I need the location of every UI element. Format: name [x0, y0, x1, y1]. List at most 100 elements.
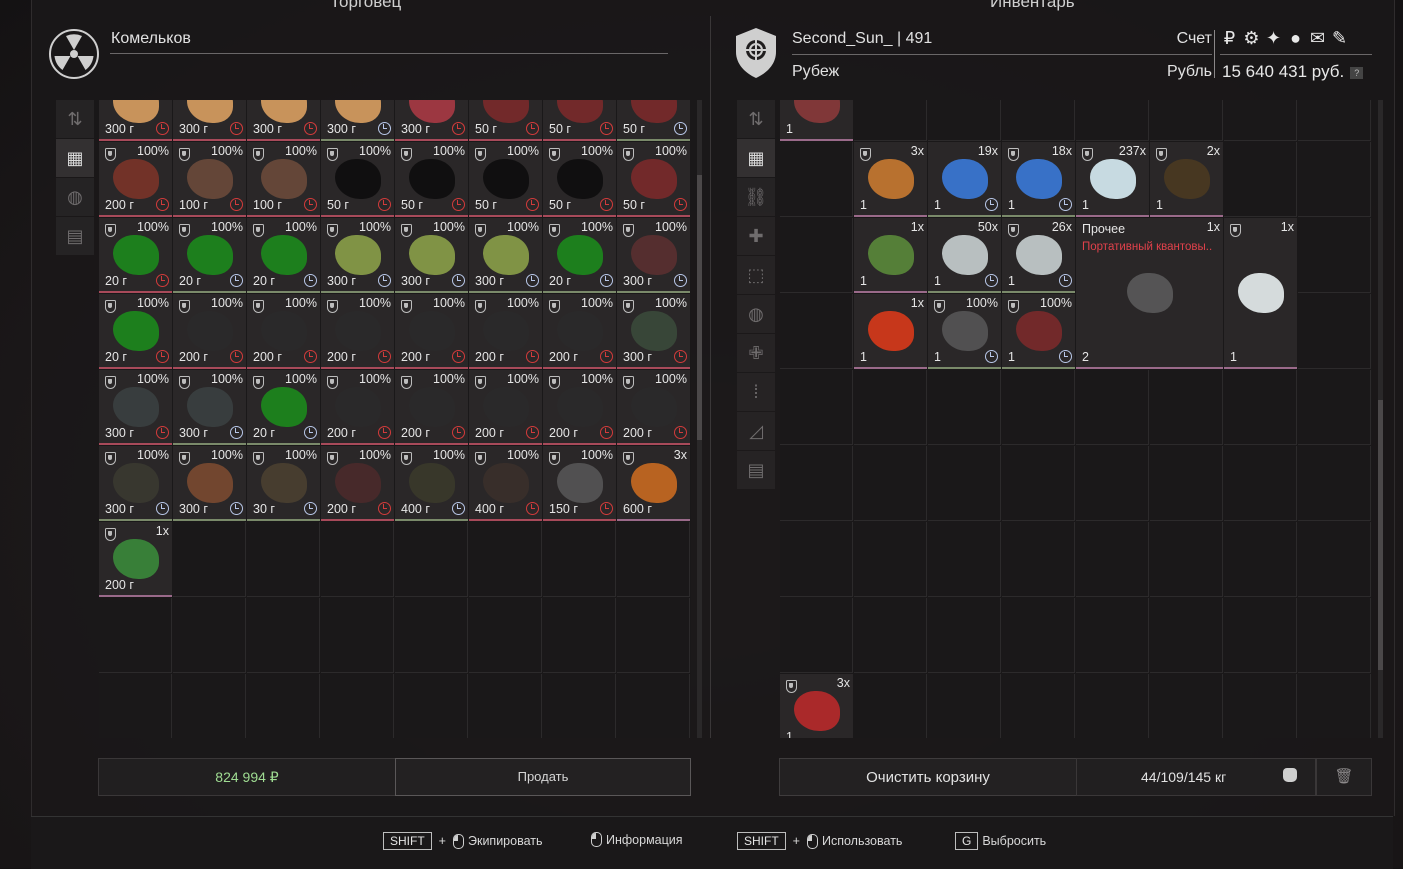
inventory-ammo-filter[interactable]: ⁞: [737, 373, 775, 411]
inventory-item[interactable]: 3x 1: [854, 142, 927, 217]
inventory-item[interactable]: 3x 1: [780, 674, 853, 738]
grid-cell[interactable]: [1150, 674, 1223, 738]
grid-cell[interactable]: [854, 100, 927, 141]
inventory-item[interactable]: 100% 300 г: [617, 294, 690, 369]
inventory-item[interactable]: 300 г: [99, 100, 172, 141]
grid-cell[interactable]: [321, 598, 394, 673]
inventory-item[interactable]: 100% 50 г: [543, 142, 616, 217]
inventory-item[interactable]: 100% 200 г: [469, 294, 542, 369]
grid-cell[interactable]: [1150, 446, 1223, 521]
gear-icon[interactable]: ⚙: [1242, 28, 1264, 49]
clear-cart-button[interactable]: Очистить корзину: [779, 758, 1077, 796]
sell-button[interactable]: Продать: [395, 758, 691, 796]
grid-cell[interactable]: [1002, 370, 1075, 445]
grid-cell[interactable]: [1076, 598, 1149, 673]
inventory-storage-filter[interactable]: ▤: [737, 451, 775, 489]
inventory-item[interactable]: 100% 20 г: [99, 294, 172, 369]
inventory-scrollbar[interactable]: [1378, 100, 1383, 738]
grid-cell[interactable]: [780, 598, 853, 673]
inventory-item[interactable]: 100% 200 г: [395, 294, 468, 369]
grid-cell[interactable]: [1224, 674, 1297, 738]
grid-cell[interactable]: [928, 674, 1001, 738]
grid-cell[interactable]: [247, 522, 320, 597]
grid-cell[interactable]: [854, 674, 927, 738]
grid-cell[interactable]: [1298, 598, 1371, 673]
grid-cell[interactable]: [928, 370, 1001, 445]
ruble-icon[interactable]: ₽: [1220, 28, 1242, 49]
coin-icon[interactable]: ●: [1286, 28, 1308, 49]
inventory-item[interactable]: 100% 50 г: [469, 142, 542, 217]
inventory-item[interactable]: 100% 20 г: [99, 218, 172, 293]
inventory-grid-filter[interactable]: ▦: [737, 139, 775, 177]
inventory-item[interactable]: 300 г: [395, 100, 468, 141]
ticket-icon[interactable]: ✉: [1308, 28, 1330, 49]
grid-cell[interactable]: [928, 100, 1001, 141]
grid-cell[interactable]: [173, 522, 246, 597]
inventory-item[interactable]: 100% 30 г: [247, 446, 320, 521]
boot-icon[interactable]: ✦: [1264, 28, 1286, 49]
grid-cell[interactable]: [854, 370, 927, 445]
trader-sort-filter[interactable]: ⇅: [56, 100, 94, 138]
inventory-item[interactable]: 18x 1: [1002, 142, 1075, 217]
grid-cell[interactable]: [247, 598, 320, 673]
inventory-item[interactable]: 19x 1: [928, 142, 1001, 217]
grid-cell[interactable]: [1298, 370, 1371, 445]
inventory-item[interactable]: 100% 1: [1002, 294, 1075, 369]
inventory-item[interactable]: 50 г: [617, 100, 690, 141]
inventory-item[interactable]: 100% 300 г: [469, 218, 542, 293]
inventory-artifact-filter[interactable]: ◍: [737, 295, 775, 333]
grid-cell[interactable]: [1150, 100, 1223, 141]
grid-cell[interactable]: [617, 674, 690, 738]
inventory-item[interactable]: 100% 400 г: [469, 446, 542, 521]
inventory-item[interactable]: 237x 1: [1076, 142, 1149, 217]
inventory-item[interactable]: 100% 300 г: [99, 446, 172, 521]
grid-cell[interactable]: [1150, 598, 1223, 673]
grid-cell[interactable]: [1224, 370, 1297, 445]
grid-cell[interactable]: [1076, 446, 1149, 521]
inventory-item[interactable]: 1x 1: [854, 218, 927, 293]
inventory-item[interactable]: 100% 300 г: [173, 370, 246, 445]
grid-cell[interactable]: [1298, 674, 1371, 738]
grid-cell[interactable]: [780, 142, 853, 217]
inventory-item[interactable]: 100% 20 г: [247, 370, 320, 445]
grid-cell[interactable]: [1298, 522, 1371, 597]
help-icon[interactable]: ?: [1350, 66, 1364, 79]
grid-cell[interactable]: [928, 446, 1001, 521]
inventory-link-filter[interactable]: ⛓: [737, 178, 775, 216]
trader-scrollbar[interactable]: [697, 100, 702, 738]
inventory-item[interactable]: 100% 300 г: [173, 446, 246, 521]
inventory-item[interactable]: 100% 200 г: [469, 370, 542, 445]
inventory-weapon-filter[interactable]: ✚: [737, 217, 775, 255]
grid-cell[interactable]: [1224, 100, 1297, 141]
inventory-item[interactable]: 1: [780, 100, 853, 141]
inventory-item[interactable]: 3x 600 г: [617, 446, 690, 521]
inventory-item[interactable]: 100% 1: [928, 294, 1001, 369]
grid-cell[interactable]: [173, 674, 246, 738]
grid-cell[interactable]: [321, 522, 394, 597]
grid-cell[interactable]: [780, 218, 853, 293]
inventory-item[interactable]: 1x 1: [1224, 218, 1297, 369]
grid-cell[interactable]: [1224, 142, 1297, 217]
inventory-item[interactable]: 100% 200 г: [321, 370, 394, 445]
grid-cell[interactable]: [469, 522, 542, 597]
inventory-sort-filter[interactable]: ⇅: [737, 100, 775, 138]
inventory-item[interactable]: 100% 20 г: [247, 218, 320, 293]
grid-cell[interactable]: [99, 674, 172, 738]
grid-cell[interactable]: [395, 674, 468, 738]
inventory-item[interactable]: 100% 200 г: [173, 294, 246, 369]
grid-cell[interactable]: [1298, 142, 1371, 217]
inventory-item[interactable]: 100% 200 г: [321, 446, 394, 521]
inventory-item[interactable]: 50 г: [469, 100, 542, 141]
trader-scroll-thumb[interactable]: [697, 175, 702, 440]
inventory-item[interactable]: 50x 1: [928, 218, 1001, 293]
grid-cell[interactable]: [1002, 522, 1075, 597]
inventory-item[interactable]: 100% 400 г: [395, 446, 468, 521]
inventory-item[interactable]: 100% 300 г: [321, 218, 394, 293]
grid-cell[interactable]: [543, 674, 616, 738]
inventory-item[interactable]: 100% 300 г: [617, 218, 690, 293]
grid-cell[interactable]: [617, 522, 690, 597]
grid-cell[interactable]: [1298, 100, 1371, 141]
grid-cell[interactable]: [928, 598, 1001, 673]
grid-cell[interactable]: [854, 522, 927, 597]
inventory-item[interactable]: 100% 100 г: [173, 142, 246, 217]
